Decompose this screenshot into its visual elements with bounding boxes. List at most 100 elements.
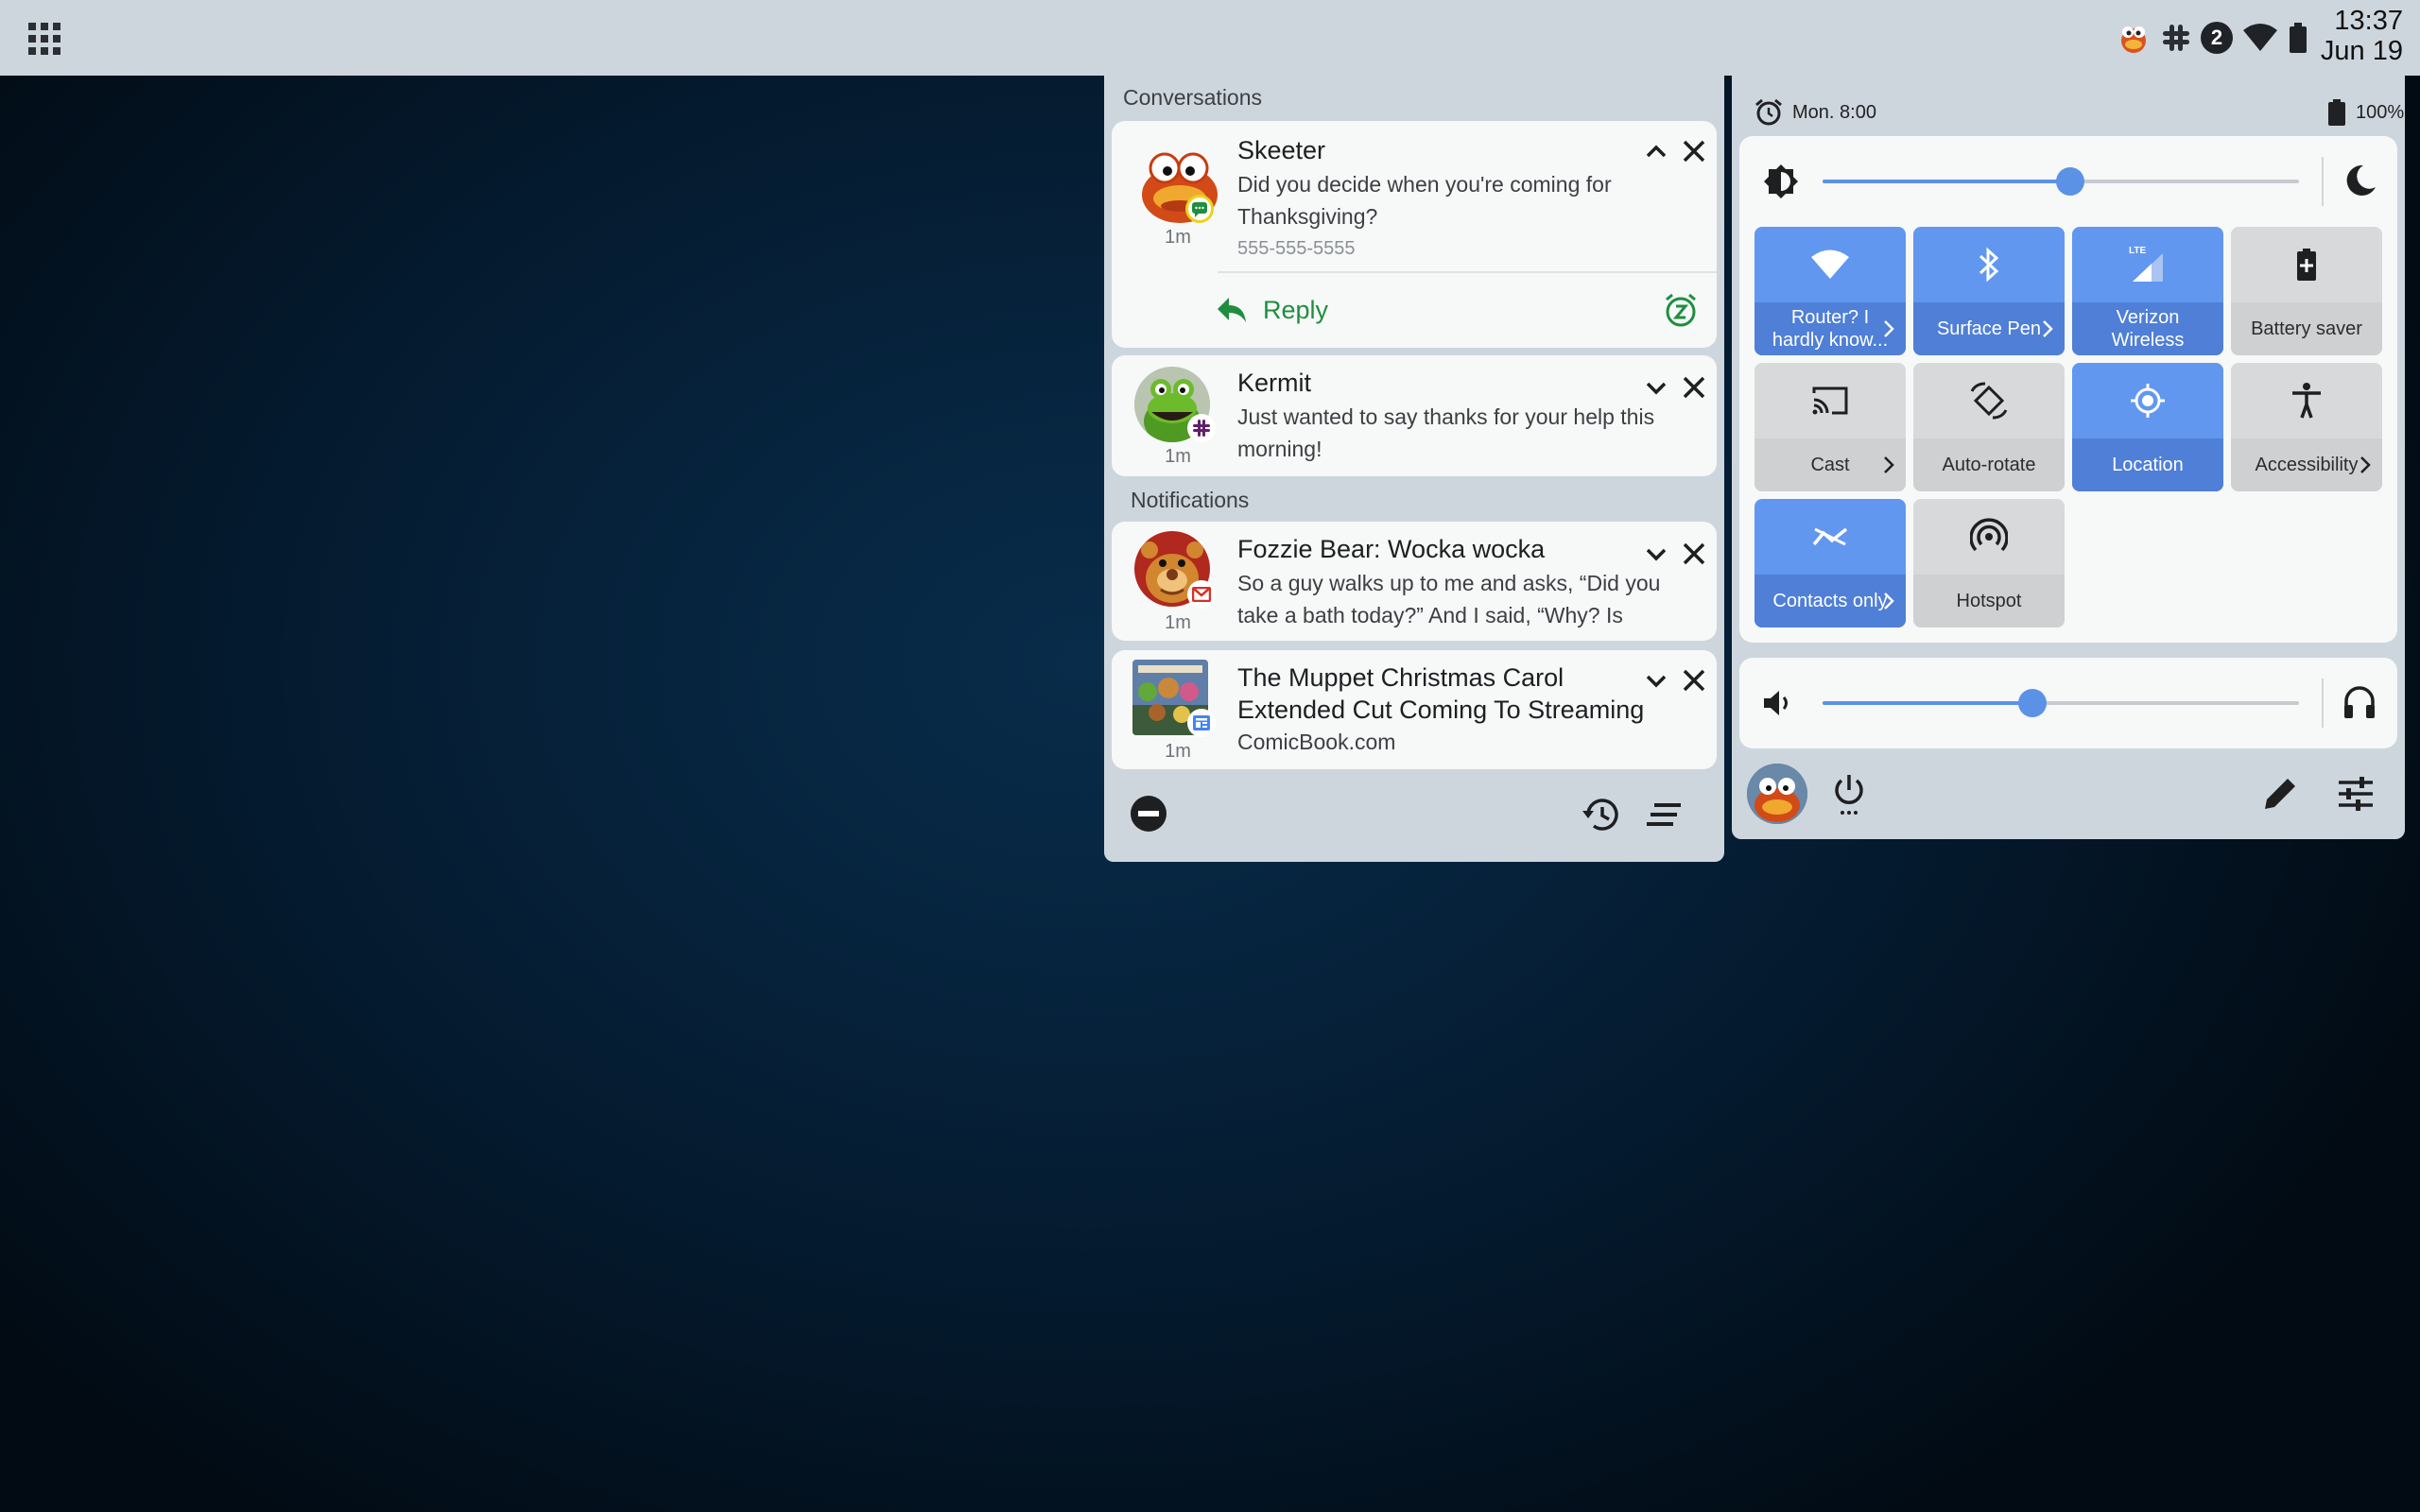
wifi-icon [2243, 24, 2277, 51]
divider [2322, 157, 2324, 206]
conversations-header: Conversations [1123, 85, 1263, 110]
settings-sliders-icon[interactable] [2337, 775, 2375, 813]
messages-icon [1185, 195, 1214, 223]
accessibility-icon [2292, 383, 2321, 419]
tile-wifi[interactable]: Router? I hardly know... [1754, 227, 1906, 355]
quick-settings-header: Mon. 8:00 100% [1754, 91, 2404, 129]
clock[interactable]: 13:37 Jun 19 [2321, 6, 2403, 66]
snooze-icon[interactable] [1662, 291, 1700, 329]
notification-phone: 555-555-5555 [1237, 238, 1356, 259]
battery-icon [2290, 23, 2307, 53]
chevron-right-icon [2360, 456, 2371, 473]
slack-icon [1187, 414, 1216, 442]
status-icons: 2 [2116, 19, 2308, 57]
quick-settings-panel: Mon. 8:00 100% Router? I hardly know... … [1732, 76, 2405, 839]
tile-bluetooth[interactable]: Surface Pen [1913, 227, 2065, 355]
tile-label: Hotspot [1913, 575, 2065, 627]
clock-time: 13:37 [2334, 6, 2403, 36]
notification-fozzie[interactable]: 1m Fozzie Bear: Wocka wocka So a guy wal… [1112, 522, 1717, 641]
notification-skeeter[interactable]: 1m Skeeter Did you decide when you're co… [1112, 121, 1717, 348]
lte-signal-icon: LTE [2129, 246, 2167, 284]
volume-slider[interactable] [1823, 689, 2299, 717]
brightness-thumb[interactable] [2056, 167, 2085, 196]
chevron-right-icon [1884, 593, 1894, 610]
notification-text: Just wanted to say thanks for your help … [1237, 404, 1655, 461]
notifications-header: Notifications [1131, 488, 1250, 512]
collapse-icon[interactable] [1639, 134, 1673, 168]
divider [1218, 271, 1717, 273]
close-icon[interactable] [1677, 370, 1711, 404]
contacts-only-icon [1812, 527, 1848, 546]
volume-icon [1764, 691, 1788, 715]
brightness-fill [1823, 180, 2071, 183]
location-icon [2131, 384, 2165, 418]
tile-label: Verizon Wireless [2072, 302, 2223, 355]
battery-icon [2328, 99, 2345, 126]
alarm-icon [1755, 98, 1782, 126]
clock-date: Jun 19 [2320, 36, 2403, 66]
battery-percent: 100% [2356, 102, 2405, 123]
expand-icon[interactable] [1639, 663, 1673, 697]
reply-button[interactable]: Reply [1216, 287, 1328, 333]
power-icon[interactable] [1830, 773, 1868, 816]
cast-icon [1812, 387, 1848, 415]
night-mode-icon[interactable] [2342, 163, 2378, 198]
tile-label: Auto-rotate [1913, 438, 2065, 491]
tile-hotspot[interactable]: Hotspot [1913, 499, 2065, 627]
reply-label: Reply [1263, 295, 1329, 324]
history-icon[interactable] [1581, 794, 1622, 835]
gmail-icon [1187, 580, 1216, 609]
tile-mobile-data[interactable]: LTE Verizon Wireless [2072, 227, 2223, 355]
close-icon[interactable] [1677, 663, 1711, 697]
headphones-icon[interactable] [2342, 684, 2377, 720]
tile-contacts-only[interactable]: Contacts only [1754, 499, 1906, 627]
quick-settings-tiles-card: Router? I hardly know... Surface Pen LTE… [1739, 136, 2397, 643]
chevron-right-icon [1884, 456, 1894, 473]
notification-count-badge: 2 [2201, 22, 2233, 54]
battery-saver-icon [2297, 249, 2316, 281]
volume-card [1739, 658, 2397, 748]
notification-footer [1104, 773, 1724, 849]
brightness-icon [1764, 164, 1798, 198]
volume-fill [1823, 701, 2032, 705]
clear-all-icon[interactable] [1645, 799, 1683, 830]
slack-icon [2163, 25, 2189, 51]
alarm-time[interactable]: Mon. 8:00 [1792, 102, 1876, 124]
reply-icon [1218, 298, 1246, 322]
notification-news[interactable]: 1m The Muppet Christmas Carol Extended C… [1112, 650, 1717, 769]
news-icon [1187, 709, 1216, 737]
notification-title: Skeeter [1237, 136, 1326, 164]
chevron-right-icon [2043, 320, 2053, 337]
quick-settings-footer [1732, 756, 2405, 832]
notification-text: ComicBook.com [1237, 730, 1396, 754]
notification-title: The Muppet Christmas Carol Extended Cut … [1237, 663, 1645, 724]
tile-label: Location [2072, 438, 2223, 491]
user-avatar[interactable] [1747, 764, 1807, 824]
expand-icon[interactable] [1639, 370, 1673, 404]
notification-kermit[interactable]: 1m Kermit Just wanted to say thanks for … [1112, 355, 1717, 476]
expand-icon[interactable] [1639, 537, 1673, 571]
chevron-right-icon [1884, 320, 1894, 337]
tile-battery-saver[interactable]: Battery saver [2231, 227, 2382, 355]
notification-age: 1m [1165, 741, 1191, 762]
tile-label: Battery saver [2231, 302, 2382, 355]
notification-age: 1m [1165, 227, 1191, 248]
tile-auto-rotate[interactable]: Auto-rotate [1913, 363, 2065, 491]
wifi-icon [1811, 249, 1849, 279]
skeeter-app-icon [2121, 26, 2146, 53]
close-icon[interactable] [1677, 537, 1711, 571]
do-not-disturb-icon[interactable] [1129, 794, 1168, 833]
tile-cast[interactable]: Cast [1754, 363, 1906, 491]
close-icon[interactable] [1677, 134, 1711, 168]
tile-accessibility[interactable]: Accessibility [2231, 363, 2382, 491]
notification-count: 2 [2210, 26, 2223, 49]
bluetooth-icon [1979, 247, 1999, 283]
brightness-slider[interactable] [1823, 167, 2299, 196]
notification-text: So a guy walks up to me and asks, “Did y… [1237, 571, 1661, 627]
notification-age: 1m [1165, 446, 1191, 467]
divider [2322, 679, 2324, 728]
volume-thumb[interactable] [2017, 689, 2047, 717]
edit-icon[interactable] [2261, 775, 2299, 813]
tile-location[interactable]: Location [2072, 363, 2223, 491]
apps-grid-icon[interactable] [26, 21, 62, 57]
